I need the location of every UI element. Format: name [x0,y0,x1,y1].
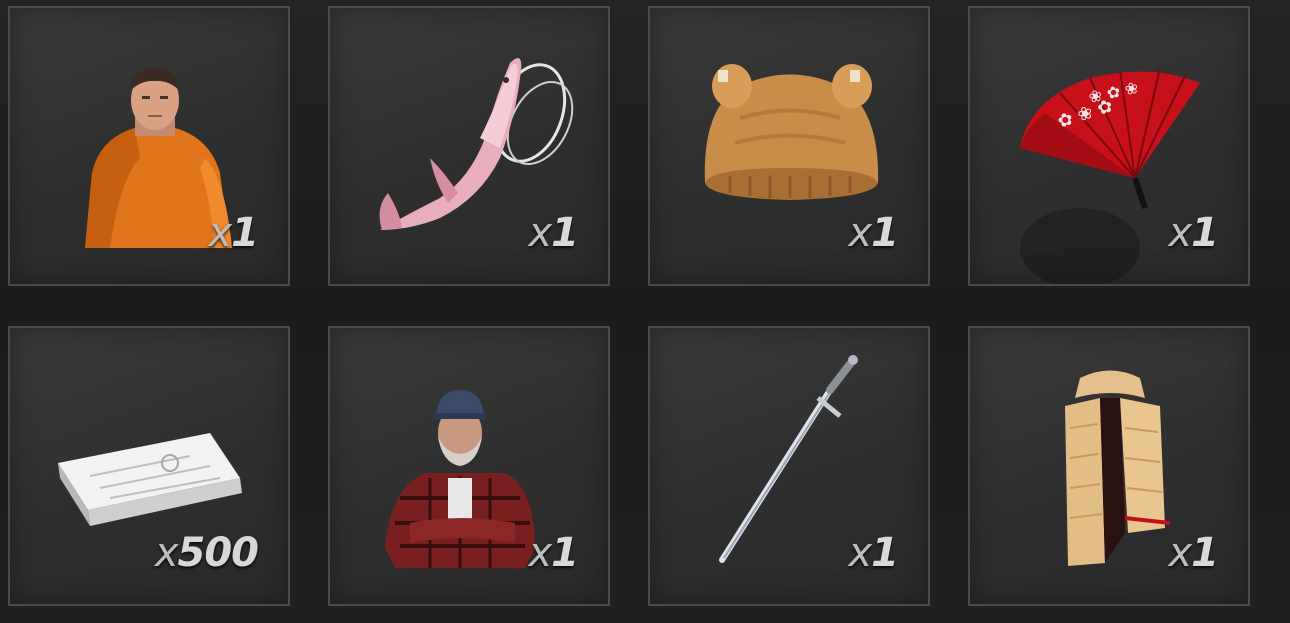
quantity-label: x1 [528,530,579,576]
item-slot-knit-animal-hat[interactable]: x1 [648,6,930,286]
item-slot-red-folding-fan[interactable]: ✿ ❀ ✿ ❀ ✿ ❀ x1 [968,6,1250,286]
item-slot-knit-scarf[interactable]: x1 [968,326,1250,606]
reward-grid: x1 x1 x1 ✿ ❀ ✿ ❀ ✿ ❀ x1 x500 x1 x1 x1 [0,0,1290,623]
item-slot-cash-bundle[interactable]: x500 [8,326,290,606]
quantity-label: x1 [1168,210,1219,256]
quantity-label: x1 [208,210,259,256]
item-slot-steel-sword[interactable]: x1 [648,326,930,606]
quantity-label: x1 [528,210,579,256]
quantity-label: x1 [848,530,899,576]
item-slot-pink-shark-ornament[interactable]: x1 [328,6,610,286]
item-slot-orange-hoodie-outfit[interactable]: x1 [8,6,290,286]
quantity-label: x1 [1168,530,1219,576]
item-slot-plaid-shirt-outfit[interactable]: x1 [328,326,610,606]
quantity-label: x1 [848,210,899,256]
quantity-label: x500 [154,530,259,576]
